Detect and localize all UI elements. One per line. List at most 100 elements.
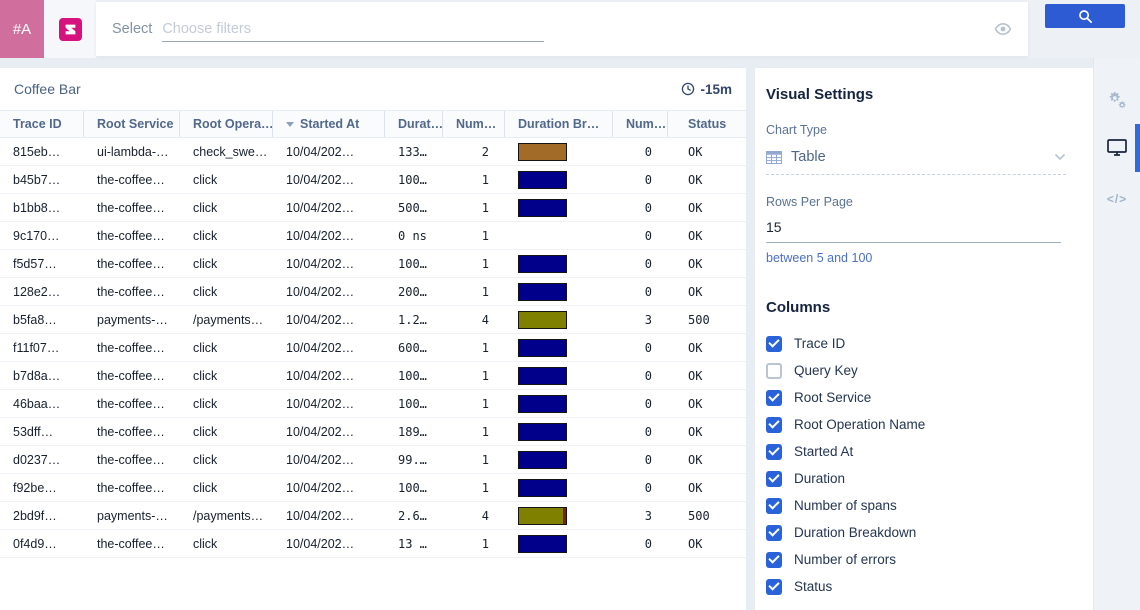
column-toggle-trace-id[interactable]: Trace ID <box>766 330 1093 357</box>
table-row[interactable]: b5fa8…payments-…/payments…10/04/202…1.2…… <box>0 306 746 334</box>
cell-num-spans: 1 <box>443 166 505 193</box>
column-toggle-query-key[interactable]: Query Key <box>766 357 1093 384</box>
cell-trace-id: f5d57… <box>0 250 84 277</box>
eye-icon[interactable] <box>994 22 1012 36</box>
cell-root-operation: click <box>180 474 273 501</box>
column-header-status[interactable]: Status <box>668 111 746 137</box>
cell-root-operation: check_swe… <box>180 138 273 165</box>
table-row[interactable]: f5d57…the-coffee…click10/04/202…100…10OK <box>0 250 746 278</box>
duration-breakdown-bar <box>518 311 567 329</box>
cell-duration: 0 ns <box>385 222 443 249</box>
column-toggle-number-of-spans[interactable]: Number of spans <box>766 492 1093 519</box>
cell-duration: 133… <box>385 138 443 165</box>
checkbox-checked-icon[interactable] <box>766 579 782 595</box>
breakdown-segment <box>519 424 566 440</box>
cell-started-at: 10/04/202… <box>273 530 385 557</box>
cell-status: OK <box>668 166 746 193</box>
cell-status: OK <box>668 418 746 445</box>
table-row[interactable]: b1bb8…the-coffee…click10/04/202…500…10OK <box>0 194 746 222</box>
cell-trace-id: b5fa8… <box>0 306 84 333</box>
checkbox-checked-icon[interactable] <box>766 498 782 514</box>
column-header-label: Root Opera… <box>193 117 273 131</box>
column-toggle-label: Query Key <box>794 363 858 378</box>
rows-per-page-hint: between 5 and 100 <box>766 251 1093 265</box>
filters-select-label: Select <box>112 21 152 37</box>
checkbox-checked-icon[interactable] <box>766 444 782 460</box>
cell-duration-breakdown <box>505 502 613 529</box>
cell-num-spans: 1 <box>443 446 505 473</box>
column-toggle-root-operation-name[interactable]: Root Operation Name <box>766 411 1093 438</box>
table-row[interactable]: b7d8a…the-coffee…click10/04/202…100…10OK <box>0 362 746 390</box>
search-button[interactable] <box>1045 4 1125 28</box>
cell-root-service: the-coffee… <box>84 530 180 557</box>
checkbox-checked-icon[interactable] <box>766 390 782 406</box>
column-header-started-at[interactable]: Started At <box>273 111 385 137</box>
settings-title: Visual Settings <box>766 86 1093 103</box>
duration-breakdown-bar <box>518 171 567 189</box>
environment-badge[interactable]: #A <box>0 0 44 58</box>
table-row[interactable]: 9c170…the-coffee…click10/04/202…0 ns10OK <box>0 222 746 250</box>
cell-root-operation: click <box>180 362 273 389</box>
cell-root-service: the-coffee… <box>84 474 180 501</box>
column-toggle-number-of-errors[interactable]: Number of errors <box>766 546 1093 573</box>
table-row[interactable]: f92be…the-coffee…click10/04/202…100…10OK <box>0 474 746 502</box>
columns-list: Trace ID Query Key Root ServiceRoot Operat… <box>766 330 1093 600</box>
app-logo-icon[interactable] <box>59 18 82 41</box>
column-header-num-errors[interactable]: Num… <box>613 111 668 137</box>
checkbox-checked-icon[interactable] <box>766 471 782 487</box>
table-row[interactable]: 53dff…the-coffee…click10/04/202…189…10OK <box>0 418 746 446</box>
cell-root-service: payments-… <box>84 306 180 333</box>
settings-gears-icon[interactable] <box>1094 85 1140 115</box>
cell-trace-id: 128e2… <box>0 278 84 305</box>
table-row[interactable]: b45b7…the-coffee…click10/04/202…100…10OK <box>0 166 746 194</box>
cell-status: OK <box>668 446 746 473</box>
cell-duration: 100… <box>385 166 443 193</box>
column-toggle-duration[interactable]: Duration <box>766 465 1093 492</box>
cell-duration: 500… <box>385 194 443 221</box>
table-row[interactable]: 46baa…the-coffee…click10/04/202…100…10OK <box>0 390 746 418</box>
breakdown-segment <box>519 396 566 412</box>
query-code-icon[interactable]: </> <box>1094 184 1140 214</box>
table-row[interactable]: f11f07…the-coffee…click10/04/202…600…10O… <box>0 334 746 362</box>
column-header-root-operation-name[interactable]: Root Opera… <box>180 111 273 137</box>
rows-per-page-input[interactable]: 15 <box>766 219 1061 243</box>
cell-trace-id: 46baa… <box>0 390 84 417</box>
cell-num-errors: 0 <box>613 474 668 501</box>
column-toggle-started-at[interactable]: Started At <box>766 438 1093 465</box>
checkbox-checked-icon[interactable] <box>766 417 782 433</box>
checkbox-unchecked-icon[interactable] <box>766 363 782 379</box>
checkbox-checked-icon[interactable] <box>766 525 782 541</box>
checkbox-checked-icon[interactable] <box>766 336 782 352</box>
cell-num-spans: 1 <box>443 474 505 501</box>
chart-type-select[interactable]: Table <box>766 149 1066 175</box>
column-header-trace-id[interactable]: Trace ID <box>0 111 84 137</box>
column-header-root-service[interactable]: Root Service <box>84 111 180 137</box>
time-range-badge[interactable]: -15m <box>681 82 732 97</box>
time-range-label: -15m <box>700 82 732 97</box>
display-monitor-icon[interactable] <box>1094 132 1140 162</box>
column-header-duration-breakdown[interactable]: Duration Br… <box>505 111 613 137</box>
column-toggle-root-service[interactable]: Root Service <box>766 384 1093 411</box>
cell-started-at: 10/04/202… <box>273 390 385 417</box>
cell-num-spans: 1 <box>443 334 505 361</box>
duration-breakdown-bar <box>518 451 567 469</box>
checkbox-checked-icon[interactable] <box>766 552 782 568</box>
table-row[interactable]: 128e2…the-coffee…click10/04/202…200…10OK <box>0 278 746 306</box>
cell-duration: 600… <box>385 334 443 361</box>
column-toggle-status[interactable]: Status <box>766 573 1093 600</box>
table-row[interactable]: 2bd9f…payments-…/payments…10/04/202…2.6…… <box>0 502 746 530</box>
column-header-num-spans[interactable]: Num… <box>443 111 505 137</box>
table-row[interactable]: d0237…the-coffee…click10/04/202…99.…10OK <box>0 446 746 474</box>
table-row[interactable]: 0f4d9…the-coffee…click10/04/202…13 …10OK <box>0 530 746 558</box>
cell-root-service: the-coffee… <box>84 446 180 473</box>
column-header-duration[interactable]: Durat… <box>385 111 443 137</box>
table-row[interactable]: 815eb…ui-lambda-…check_swe…10/04/202…133… <box>0 138 746 166</box>
duration-breakdown-bar <box>518 507 567 525</box>
column-header-label: Trace ID <box>13 117 62 131</box>
cell-num-errors: 0 <box>613 390 668 417</box>
chart-type-value: Table <box>791 149 826 165</box>
column-toggle-duration-breakdown[interactable]: Duration Breakdown <box>766 519 1093 546</box>
filters-input[interactable]: Choose filters <box>162 16 544 42</box>
cell-duration: 1.2… <box>385 306 443 333</box>
cell-root-service: payments-… <box>84 502 180 529</box>
